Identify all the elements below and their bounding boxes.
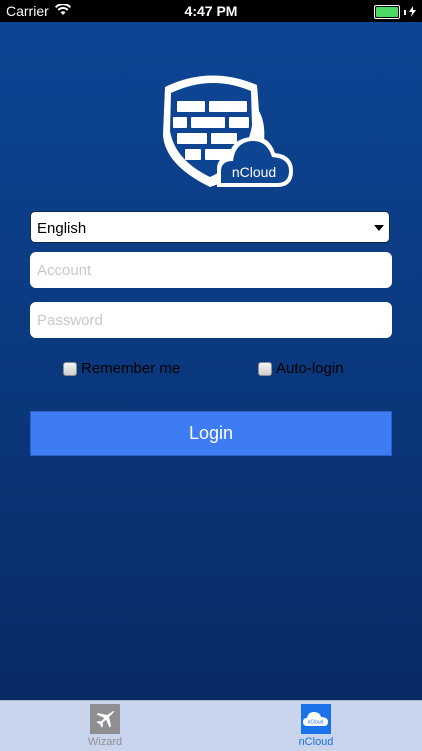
login-screen: nCloud English Remember me Auto-login Lo… bbox=[0, 22, 422, 700]
airplane-icon bbox=[90, 704, 120, 734]
status-right bbox=[374, 4, 416, 20]
login-button[interactable]: Login bbox=[30, 411, 392, 456]
ncloud-icon: nCloud bbox=[301, 704, 331, 734]
auto-login-option[interactable]: Auto-login bbox=[258, 360, 344, 377]
ncloud-icon-text: nCloud bbox=[308, 720, 324, 726]
tab-wizard[interactable]: Wizard bbox=[70, 704, 140, 748]
tab-wizard-label: Wizard bbox=[87, 736, 123, 748]
battery-tip bbox=[404, 9, 406, 15]
status-bar: Carrier 4:47 PM bbox=[0, 0, 422, 22]
ncloud-shield-logo: nCloud bbox=[163, 75, 293, 187]
auto-login-checkbox[interactable] bbox=[258, 361, 272, 376]
remember-me-label: Remember me bbox=[81, 360, 181, 377]
password-input[interactable] bbox=[30, 302, 392, 338]
remember-me-option[interactable]: Remember me bbox=[63, 360, 180, 377]
remember-me-checkbox[interactable] bbox=[63, 361, 77, 376]
account-input[interactable] bbox=[30, 252, 392, 288]
clock: 4:47 PM bbox=[184, 3, 238, 19]
language-value: English bbox=[37, 220, 87, 237]
language-select[interactable]: English bbox=[30, 211, 390, 243]
tab-ncloud-label: nCloud bbox=[298, 736, 334, 748]
logo-text: nCloud bbox=[232, 164, 276, 180]
tab-bar: Wizard nCloud nCloud bbox=[0, 700, 422, 751]
battery-icon bbox=[374, 5, 400, 19]
auto-login-label: Auto-login bbox=[276, 360, 344, 377]
charging-icon bbox=[409, 4, 416, 20]
dropdown-arrow-icon bbox=[374, 225, 384, 231]
tab-ncloud[interactable]: nCloud nCloud bbox=[281, 704, 351, 748]
